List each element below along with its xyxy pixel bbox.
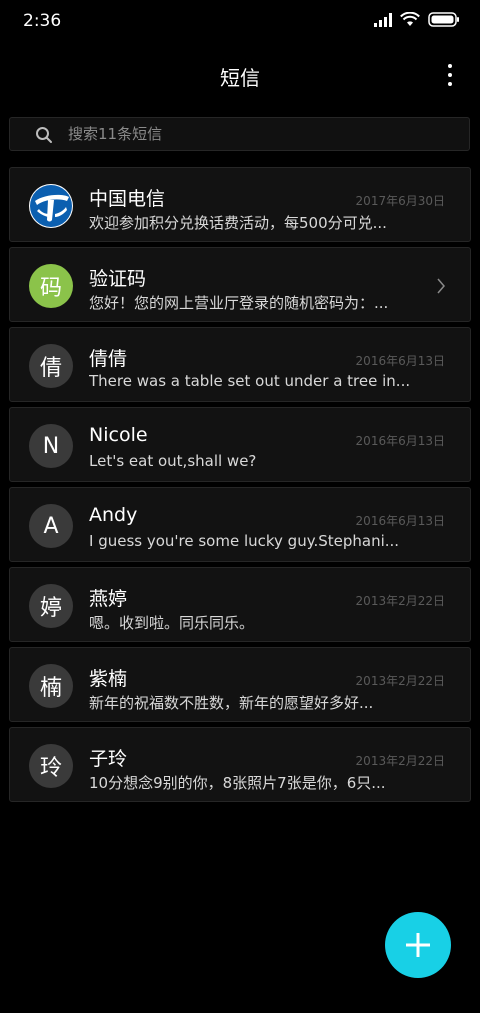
avatar: 码 xyxy=(29,264,73,308)
message-date: 2016年6月13日 xyxy=(355,354,445,368)
contact-name: 验证码 xyxy=(89,268,147,290)
message-date: 2013年2月22日 xyxy=(355,594,445,608)
china-telecom-logo-icon xyxy=(30,185,72,227)
message-preview: I guess you're some lucky guy.Stephani..… xyxy=(89,532,400,550)
contact-name: 中国电信 xyxy=(89,188,166,210)
message-preview: 您好！您的网上营业厅登录的随机密码为：... xyxy=(89,294,389,312)
avatar: 玲 xyxy=(29,744,73,788)
cellular-signal-icon xyxy=(374,12,392,27)
conversation-item[interactable]: 倩 倩倩 2016年6月13日 There was a table set ou… xyxy=(9,327,471,402)
message-date: 2016年6月13日 xyxy=(355,434,445,448)
message-preview: 新年的祝福数不胜数，新年的愿望好多好... xyxy=(89,694,374,712)
contact-name: 子玲 xyxy=(89,748,128,770)
chevron-right-icon xyxy=(437,278,445,294)
message-date: 2016年6月13日 xyxy=(355,514,445,528)
contact-name: 紫楠 xyxy=(89,668,128,690)
contact-name: 燕婷 xyxy=(89,588,128,610)
message-preview: 嗯。收到啦。同乐同乐。 xyxy=(89,614,255,632)
search-bar[interactable] xyxy=(9,117,470,151)
search-input[interactable] xyxy=(68,118,458,150)
plus-icon xyxy=(406,933,430,957)
message-date: 2017年6月30日 xyxy=(355,194,445,208)
message-preview: There was a table set out under a tree i… xyxy=(89,372,409,390)
conversation-item[interactable]: N Nicole 2016年6月13日 Let's eat out,shall … xyxy=(9,407,471,482)
avatar xyxy=(29,184,73,228)
conversation-item[interactable]: 码 验证码 您好！您的网上营业厅登录的随机密码为：... xyxy=(9,247,471,322)
contact-name: 倩倩 xyxy=(89,348,128,370)
avatar: N xyxy=(29,424,73,468)
conversation-item[interactable]: A Andy 2016年6月13日 I guess you're some lu… xyxy=(9,487,471,562)
avatar: 楠 xyxy=(29,664,73,708)
message-preview: 10分想念9别的你，8张照片7张是你，6只... xyxy=(89,774,386,792)
search-icon xyxy=(36,127,52,143)
new-message-button[interactable] xyxy=(385,912,451,978)
status-time: 2:36 xyxy=(23,11,62,31)
avatar: 倩 xyxy=(29,344,73,388)
message-preview: 欢迎参加积分兑换话费活动，每500分可兑... xyxy=(89,214,387,232)
avatar: A xyxy=(29,504,73,548)
message-date: 2013年2月22日 xyxy=(355,754,445,768)
message-preview: Let's eat out,shall we? xyxy=(89,452,257,470)
header: 短信 xyxy=(0,50,480,100)
contact-name: Andy xyxy=(89,504,138,526)
conversation-item[interactable]: 玲 子玲 2013年2月22日 10分想念9别的你，8张照片7张是你，6只... xyxy=(9,727,471,802)
conversation-item[interactable]: 婷 燕婷 2013年2月22日 嗯。收到啦。同乐同乐。 xyxy=(9,567,471,642)
battery-icon xyxy=(428,12,459,27)
more-options-button[interactable] xyxy=(444,64,456,86)
page-title: 短信 xyxy=(220,66,260,90)
status-bar: 2:36 xyxy=(0,0,480,44)
contact-name: Nicole xyxy=(89,424,148,446)
avatar: 婷 xyxy=(29,584,73,628)
message-date: 2013年2月22日 xyxy=(355,674,445,688)
conversation-item[interactable]: 楠 紫楠 2013年2月22日 新年的祝福数不胜数，新年的愿望好多好... xyxy=(9,647,471,722)
status-icons xyxy=(374,12,460,27)
more-vertical-icon xyxy=(448,64,452,68)
wifi-icon xyxy=(400,12,420,26)
conversation-item[interactable]: 中国电信 2017年6月30日 欢迎参加积分兑换话费活动，每500分可兑... xyxy=(9,167,471,242)
